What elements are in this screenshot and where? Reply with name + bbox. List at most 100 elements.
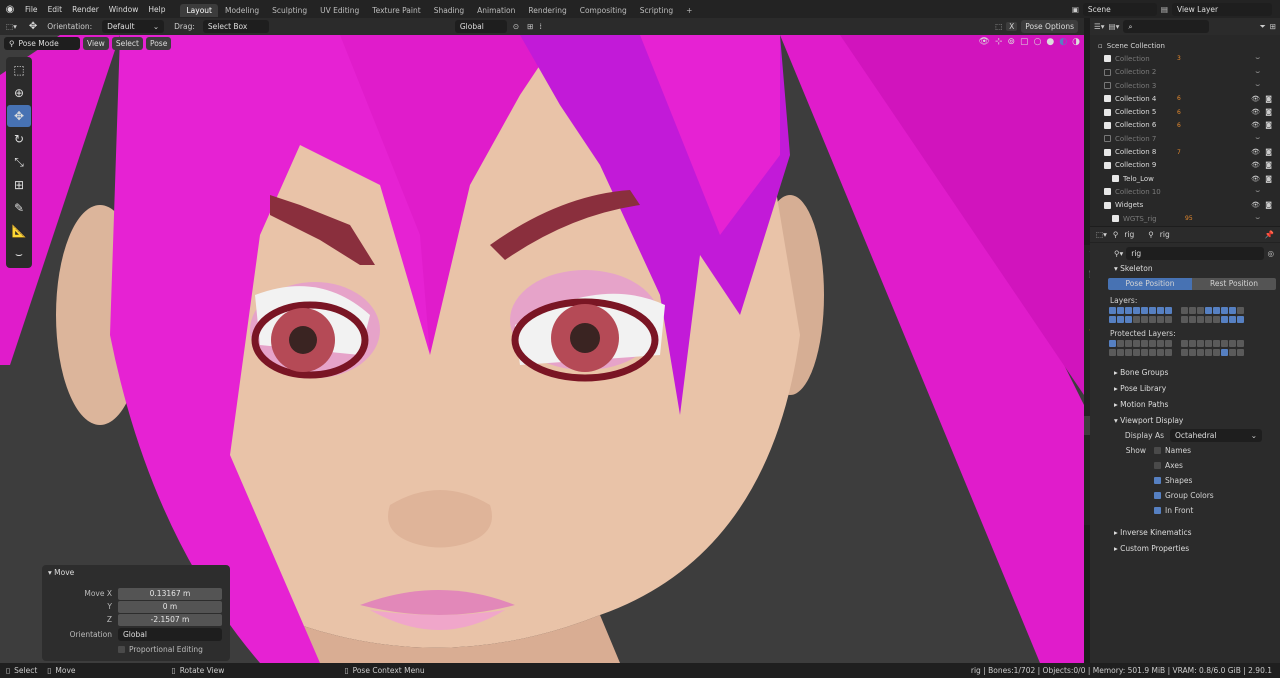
layer-toggle[interactable]	[1188, 316, 1196, 323]
outliner-row[interactable]: Collection 6 6 👁 ◙	[1098, 119, 1280, 132]
drag-dropdown[interactable]: Select Box	[202, 20, 269, 33]
menu-window[interactable]: Window	[104, 5, 144, 14]
eye-icon[interactable]: 👁	[1251, 108, 1260, 116]
display-mode-icon[interactable]: ▤▾	[1109, 22, 1120, 31]
eye-closed-icon[interactable]: ⌣	[1255, 81, 1260, 90]
proportional-icon[interactable]: ⁞	[539, 22, 541, 31]
outliner-row[interactable]: Collection 8 7 👁 ◙	[1098, 145, 1280, 158]
scene-selector[interactable]: Scene	[1082, 2, 1157, 16]
layer-toggle[interactable]	[1236, 307, 1244, 314]
render-toggle-icon[interactable]: ◙	[1265, 161, 1272, 169]
layer-toggle[interactable]	[1236, 340, 1244, 347]
layer-toggle[interactable]	[1180, 340, 1188, 347]
eye-icon[interactable]: 👁	[1251, 201, 1260, 209]
exclude-checkbox[interactable]	[1104, 148, 1111, 156]
layer-toggle[interactable]	[1164, 316, 1172, 323]
exclude-checkbox[interactable]	[1104, 55, 1111, 63]
layer-toggle[interactable]	[1156, 316, 1164, 323]
layer-toggle[interactable]	[1212, 340, 1220, 347]
pose-menu[interactable]: Pose	[145, 37, 172, 50]
collapse-arrow-icon[interactable]: ▾	[48, 568, 52, 577]
exclude-checkbox[interactable]	[1104, 161, 1111, 169]
layer-toggle[interactable]	[1164, 340, 1172, 347]
render-toggle-icon[interactable]: ◙	[1265, 121, 1272, 129]
exclude-checkbox[interactable]	[1104, 108, 1111, 116]
outliner-row[interactable]: Collection 10 ⌣	[1098, 185, 1280, 198]
snap-icon[interactable]: ⊞	[527, 22, 533, 31]
layer-toggle[interactable]	[1212, 307, 1220, 314]
shapes-checkbox[interactable]	[1154, 477, 1161, 484]
tab-sculpting[interactable]: Sculpting	[266, 4, 313, 17]
eye-closed-icon[interactable]: ⌣	[1255, 54, 1260, 63]
measure-tool-icon[interactable]: 📐	[7, 220, 31, 242]
mode-dropdown[interactable]: ⚲ Pose Mode	[4, 37, 80, 50]
layer-toggle[interactable]	[1148, 307, 1156, 314]
new-collection-icon[interactable]: ⊞	[1270, 22, 1276, 31]
layer-toggle[interactable]	[1220, 340, 1228, 347]
tab-compositing[interactable]: Compositing	[574, 4, 633, 17]
tab-uv-editing[interactable]: UV Editing	[314, 4, 365, 17]
menu-file[interactable]: File	[20, 5, 43, 14]
layer-toggle[interactable]	[1188, 340, 1196, 347]
layer-toggle[interactable]	[1180, 349, 1188, 356]
layer-toggle[interactable]	[1116, 307, 1124, 314]
layer-toggle[interactable]	[1204, 316, 1212, 323]
eye-icon[interactable]: 👁	[1251, 95, 1260, 103]
layer-toggle[interactable]	[1132, 316, 1140, 323]
pivot-icon[interactable]: ⊙	[513, 22, 519, 31]
inverse-kinematics-header[interactable]: ▸ Inverse Kinematics	[1106, 524, 1280, 540]
layer-toggle[interactable]	[1124, 340, 1132, 347]
rendered-shading-icon[interactable]: ◑	[1072, 37, 1080, 47]
layer-toggle[interactable]	[1108, 340, 1116, 347]
layer-toggle[interactable]	[1156, 349, 1164, 356]
x-mirror-icon[interactable]: ⬚	[995, 22, 1002, 31]
layer-toggle[interactable]	[1156, 340, 1164, 347]
outliner-row[interactable]: Collection 5 6 👁 ◙	[1098, 105, 1280, 118]
material-shading-icon[interactable]: ◐	[1059, 37, 1067, 47]
layer-toggle[interactable]	[1108, 307, 1116, 314]
layer-toggle[interactable]	[1196, 340, 1204, 347]
overlay-icon[interactable]: ⊚	[1008, 37, 1016, 47]
outliner-row[interactable]: Widgets 👁 ◙	[1098, 199, 1280, 212]
layer-toggle[interactable]	[1188, 307, 1196, 314]
pose-library-header[interactable]: ▸ Pose Library	[1106, 380, 1280, 396]
editor-type-icon[interactable]: ⬚▾	[0, 22, 23, 31]
layer-toggle[interactable]	[1148, 340, 1156, 347]
tab-texture-paint[interactable]: Texture Paint	[366, 4, 426, 17]
outliner-row[interactable]: Collection 2 ⌣	[1098, 66, 1280, 79]
layer-toggle[interactable]	[1196, 307, 1204, 314]
layer-toggle[interactable]	[1220, 307, 1228, 314]
eye-closed-icon[interactable]: ⌣	[1255, 187, 1260, 196]
exclude-checkbox[interactable]	[1104, 135, 1111, 143]
menu-render[interactable]: Render	[67, 5, 104, 14]
pin-icon[interactable]: 📌	[1265, 230, 1274, 239]
pose-position-button[interactable]: Pose Position	[1108, 278, 1192, 290]
layer-toggle[interactable]	[1132, 307, 1140, 314]
layer-toggle[interactable]	[1148, 349, 1156, 356]
rotate-tool-icon[interactable]: ↻	[7, 128, 31, 150]
move-tool-icon[interactable]: ✥	[7, 105, 31, 127]
outliner-row[interactable]: Collection 7 ⌣	[1098, 132, 1280, 145]
exclude-checkbox[interactable]	[1112, 215, 1119, 222]
layer-toggle[interactable]	[1220, 316, 1228, 323]
scene-icon[interactable]: ▣	[1072, 5, 1079, 14]
axes-checkbox[interactable]	[1154, 462, 1161, 469]
tab-scripting[interactable]: Scripting	[634, 4, 679, 17]
layer-toggle[interactable]	[1212, 316, 1220, 323]
exclude-checkbox[interactable]	[1104, 188, 1111, 196]
layer-toggle[interactable]	[1220, 349, 1228, 356]
layer-toggle[interactable]	[1124, 349, 1132, 356]
view-layer-selector[interactable]: View Layer	[1172, 2, 1272, 16]
properties-type-icon[interactable]: ⬚▾	[1096, 230, 1107, 239]
transform-tool-icon[interactable]: ⊞	[7, 174, 31, 196]
outliner-search-input[interactable]: ⌕	[1123, 20, 1210, 33]
layer-toggle[interactable]	[1132, 340, 1140, 347]
layer-toggle[interactable]	[1124, 307, 1132, 314]
layer-toggle[interactable]	[1228, 340, 1236, 347]
layer-toggle[interactable]	[1228, 307, 1236, 314]
render-toggle-icon[interactable]: ◙	[1265, 175, 1272, 183]
layer-toggle[interactable]	[1164, 307, 1172, 314]
menu-help[interactable]: Help	[143, 5, 170, 14]
layer-toggle[interactable]	[1148, 316, 1156, 323]
rest-position-button[interactable]: Rest Position	[1192, 278, 1276, 290]
